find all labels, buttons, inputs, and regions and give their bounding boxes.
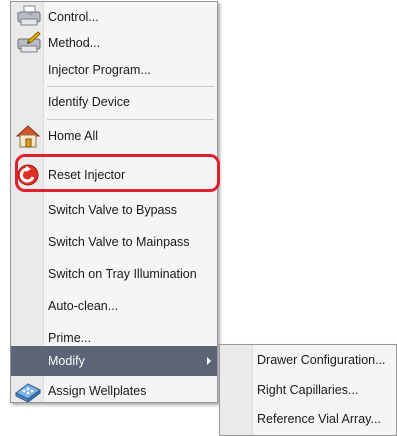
submenu-item-label: Reference Vial Array... [257,412,381,426]
submenu-item-reference-vial-array[interactable]: Reference Vial Array... [220,406,396,434]
menu-item-modify[interactable]: Modify [11,346,217,376]
submenu-item-right-capillaries[interactable]: Right Capillaries... [220,377,396,405]
submenu-item-label: Drawer Configuration... [257,353,386,367]
menu-item-label: Home All [48,129,99,143]
menu-item-label: Control... [48,10,99,24]
menu-item-label: Identify Device [48,95,130,109]
menu-item-label: Auto-clean... [48,299,119,313]
wellplate-icon [14,379,42,403]
menu-item-tray-illumination[interactable]: Switch on Tray Illumination [11,262,217,286]
menu-item-home-all[interactable]: Home All [11,124,217,148]
menu-item-switch-valve-bypass[interactable]: Switch Valve to Bypass [11,198,217,222]
menu-item-label: Assign Wellplates [48,384,147,398]
menu-item-label: Switch Valve to Mainpass [48,235,190,249]
menu-item-control[interactable]: Control... [11,5,217,29]
menu-item-label: Method... [48,36,101,50]
submenu-item-label: Right Capillaries... [257,383,359,397]
menu-separator [47,119,214,120]
menu-item-identify-device[interactable]: Identify Device [11,90,217,114]
menu-item-label: Injector Program... [48,63,151,77]
menu-item-label: Switch on Tray Illumination [48,267,197,281]
menu-item-label: Modify [48,354,85,368]
submenu-item-drawer-configuration[interactable]: Drawer Configuration... [220,347,396,375]
control-printer-icon [14,5,42,29]
menu-item-switch-valve-mainpass[interactable]: Switch Valve to Mainpass [11,230,217,254]
context-menu: Control... Method... Injector Program...… [10,1,218,403]
menu-item-auto-clean[interactable]: Auto-clean... [11,294,217,318]
method-printer-icon [14,31,42,55]
highlight-ring [15,154,220,192]
menu-item-label: Prime... [48,331,92,345]
menu-separator [47,86,214,87]
menu-item-method[interactable]: Method... [11,31,217,55]
home-icon [14,124,42,148]
submenu-arrow-icon [207,357,211,365]
menu-item-label: Switch Valve to Bypass [48,203,177,217]
menu-item-injector-program[interactable]: Injector Program... [11,58,217,82]
menu-item-assign-wellplates[interactable]: Assign Wellplates [11,379,217,403]
modify-submenu: Drawer Configuration... Right Capillarie… [219,344,397,436]
